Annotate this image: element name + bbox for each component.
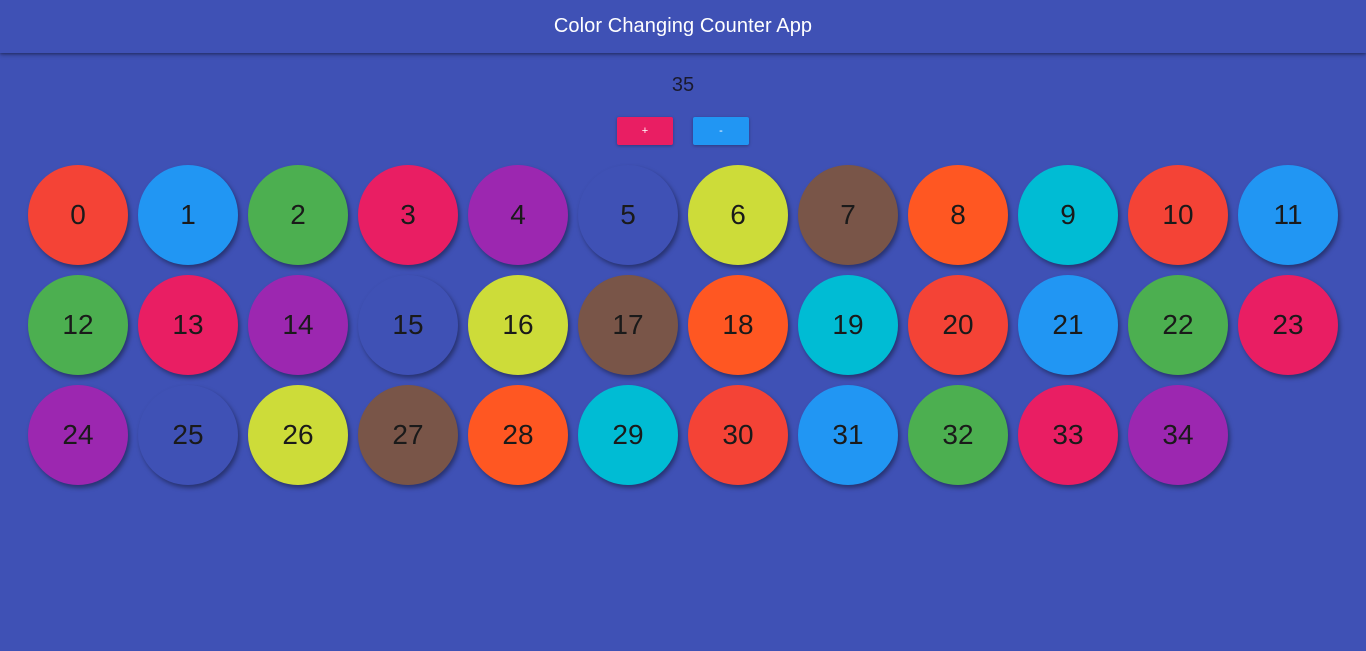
counter-circle: 0 (28, 165, 128, 265)
counter-circle: 29 (578, 385, 678, 485)
counter-circle: 14 (248, 275, 348, 375)
counter-circle: 32 (908, 385, 1008, 485)
counter-circle: 26 (248, 385, 348, 485)
app-bar: Color Changing Counter App (0, 0, 1366, 53)
counter-circle: 33 (1018, 385, 1118, 485)
counter-circle: 30 (688, 385, 788, 485)
circle-grid: 0 1 2 3 4 5 6 7 8 9 10 11 12 13 14 15 16 17 18 19 20 21 22 23 24… (28, 165, 1348, 485)
counter-circle: 25 (138, 385, 238, 485)
counter-value: 35 (671, 74, 695, 96)
counter-circle: 5 (578, 165, 678, 265)
increment-button[interactable]: + (617, 117, 673, 145)
counter-circle: 22 (1128, 275, 1228, 375)
counter-circle: 15 (358, 275, 458, 375)
counter-circle: 3 (358, 165, 458, 265)
counter-circle: 16 (468, 275, 568, 375)
counter-circle: 4 (468, 165, 568, 265)
counter-circle: 13 (138, 275, 238, 375)
counter-circle: 11 (1238, 165, 1338, 265)
counter-circle: 20 (908, 275, 1008, 375)
counter-circle: 24 (28, 385, 128, 485)
counter-circle: 28 (468, 385, 568, 485)
decrement-button[interactable]: - (693, 117, 749, 145)
counter-circle: 18 (688, 275, 788, 375)
counter-circle: 2 (248, 165, 348, 265)
counter-circle: 7 (798, 165, 898, 265)
counter-circle: 31 (798, 385, 898, 485)
counter-circle: 21 (1018, 275, 1118, 375)
counter-circle: 34 (1128, 385, 1228, 485)
counter-circle: 12 (28, 275, 128, 375)
app-title: Color Changing Counter App (553, 15, 813, 37)
counter-circle: 1 (138, 165, 238, 265)
counter-circle: 6 (688, 165, 788, 265)
counter-circle: 19 (798, 275, 898, 375)
counter-circle: 27 (358, 385, 458, 485)
counter-circle: 23 (1238, 275, 1338, 375)
counter-circle: 17 (578, 275, 678, 375)
counter-circle: 9 (1018, 165, 1118, 265)
counter-controls: + - (617, 117, 749, 145)
counter-circle: 8 (908, 165, 1008, 265)
counter-circle: 10 (1128, 165, 1228, 265)
